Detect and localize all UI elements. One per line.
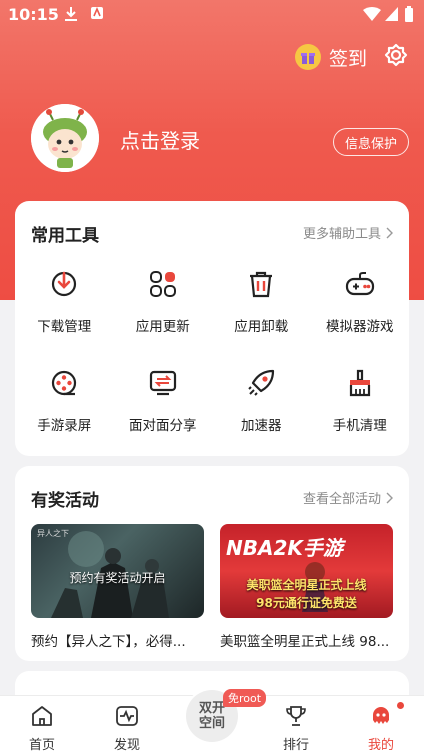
download-icon	[52, 271, 77, 297]
tab-home[interactable]: 首页	[12, 696, 72, 754]
chevron-right-icon	[386, 227, 393, 238]
tool-emulator-games[interactable]: 模拟器游戏	[311, 261, 410, 360]
battery-icon	[405, 6, 413, 22]
tool-label: 手机清理	[332, 418, 387, 434]
reward-activities-title: 有奖活动	[31, 491, 99, 511]
tool-face-to-face-share[interactable]: 面对面分享	[114, 360, 213, 459]
film-reel-icon	[52, 370, 77, 396]
gamepad-icon	[345, 272, 374, 296]
app-update-icon	[149, 271, 176, 297]
tool-accelerator[interactable]: 加速器	[212, 360, 311, 459]
reward-activities-card: 有奖活动 查看全部活动 异人之下 预约有奖活动开启 预约【异人之下】，必得...	[15, 466, 409, 661]
tool-phone-cleanup[interactable]: 手机清理	[311, 360, 410, 459]
home-icon	[32, 706, 52, 726]
common-tools-title: 常用工具	[31, 226, 99, 246]
transfer-icon	[149, 370, 176, 396]
view-all-activities-label: 查看全部活动	[302, 492, 381, 507]
login-link[interactable]: 点击登录	[120, 125, 200, 154]
tool-label: 加速器	[241, 418, 282, 434]
activity-banner-image: NBA2K手游 美职篮全明星正式上线 98元通行证免费送	[220, 524, 393, 618]
tool-label: 面对面分享	[129, 418, 197, 434]
tab-label: 排行	[282, 738, 309, 753]
activity-image-subtext: 98元通行证免费送	[256, 596, 357, 610]
tool-download-manager[interactable]: 下载管理	[15, 261, 114, 360]
tool-screen-recording[interactable]: 手游录屏	[15, 360, 114, 459]
more-tools-label: 更多辅助工具	[302, 227, 381, 242]
tool-label: 应用更新	[135, 319, 190, 335]
trash-icon	[250, 271, 273, 298]
activity-caption: 预约【异人之下】，必得...	[31, 634, 186, 650]
rocket-icon	[248, 369, 275, 396]
common-tools-card: 常用工具 更多辅助工具 下载管理 应用更新 应用卸载 模拟器游戏 手游录屏 面对…	[15, 201, 409, 456]
status-time: 10:15	[8, 5, 59, 24]
activity-image-text: 预约有奖活动开启	[69, 571, 166, 585]
activity-corner-text: 异人之下	[37, 529, 69, 538]
tool-app-update[interactable]: 应用更新	[114, 261, 213, 360]
signal-icon	[385, 7, 398, 21]
profile-icon	[373, 707, 389, 724]
avatar-mascot-icon	[31, 104, 99, 172]
activity-caption: 美职篮全明星正式上线 98...	[220, 634, 390, 650]
tab-label: 我的	[367, 738, 394, 753]
sign-in-button[interactable]: 签到	[295, 42, 367, 72]
settings-gear-icon[interactable]	[381, 42, 411, 72]
tool-label: 手游录屏	[37, 418, 92, 434]
download-status-icon	[65, 7, 77, 21]
discover-icon	[116, 706, 138, 726]
activity-image-text: 美职篮全明星正式上线	[246, 578, 367, 592]
activity-item[interactable]: NBA2K手游 美职篮全明星正式上线 98元通行证免费送 美职篮全明星正式上线 …	[220, 524, 393, 650]
app-status-icon	[91, 6, 103, 19]
tool-label: 应用卸载	[234, 319, 289, 335]
avatar[interactable]	[31, 104, 99, 172]
tool-label: 模拟器游戏	[326, 319, 394, 335]
tab-label: 发现	[113, 738, 140, 753]
trophy-icon	[286, 706, 306, 726]
notification-dot	[397, 702, 404, 709]
sign-in-label: 签到	[329, 47, 368, 70]
wifi-icon	[363, 7, 381, 21]
broom-icon	[349, 369, 370, 397]
tab-rankings[interactable]: 排行	[266, 696, 326, 754]
activity-banner-image: 异人之下 预约有奖活动开启	[31, 524, 204, 618]
chevron-right-icon	[386, 492, 393, 503]
tool-label: 下载管理	[37, 319, 92, 335]
root-free-badge: 免root	[223, 689, 267, 707]
tab-label: 首页	[28, 738, 55, 753]
tool-app-uninstall[interactable]: 应用卸载	[212, 261, 311, 360]
more-tools-link[interactable]: 更多辅助工具	[303, 223, 393, 242]
tab-discover[interactable]: 发现	[97, 696, 157, 754]
activity-item[interactable]: 异人之下 预约有奖活动开启 预约【异人之下】，必得...	[31, 524, 204, 650]
gift-icon	[295, 44, 321, 70]
view-all-activities-link[interactable]: 查看全部活动	[303, 488, 393, 507]
privacy-protection-button[interactable]: 信息保护	[333, 128, 409, 156]
status-bar: 10:15	[0, 0, 424, 30]
